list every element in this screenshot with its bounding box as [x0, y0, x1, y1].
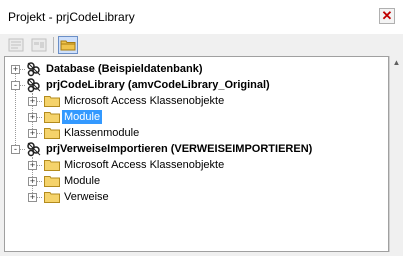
collapse-toggle[interactable]: -	[11, 145, 20, 154]
tree-node-database[interactable]: + Database (Beispieldatenbank)	[5, 61, 385, 77]
vba-project-icon	[27, 78, 41, 93]
folder-icon	[44, 96, 60, 107]
tree-node-label: Database (Beispieldatenbank)	[46, 63, 203, 75]
view-object-icon	[31, 38, 47, 52]
tree-node-label: Klassenmodule	[64, 127, 140, 139]
close-icon: ✕	[381, 8, 393, 23]
toggle-folders-button[interactable]	[58, 36, 78, 54]
vba-project-icon	[27, 142, 41, 157]
view-code-icon	[8, 38, 24, 52]
view-object-button[interactable]	[29, 36, 49, 54]
vba-project-icon	[27, 62, 41, 77]
folder-icon	[44, 160, 60, 171]
folder-icon	[44, 128, 60, 139]
expand-toggle[interactable]: +	[11, 65, 20, 74]
tree-node-access-klassenobjekte[interactable]: + Microsoft Access Klassenobjekte	[5, 157, 385, 173]
tree-node-label: Microsoft Access Klassenobjekte	[64, 95, 225, 107]
title-bar[interactable]: Projekt - prjCodeLibrary ✕	[0, 0, 403, 34]
toolbar	[0, 34, 403, 56]
vertical-scrollbar[interactable]: ▲	[389, 56, 403, 252]
tree-node-prjcodelibrary[interactable]: - prjCodeLibrary (amvCodeLibrary_Origina…	[5, 77, 385, 93]
tree-node-prjverweiseimportieren[interactable]: - prjVerweiseImportieren (VERWEISEIMPORT…	[5, 141, 385, 157]
tree-node-module[interactable]: + Module	[5, 109, 385, 125]
tree-node-label: Verweise	[64, 191, 109, 203]
tree-node-module[interactable]: + Module	[5, 173, 385, 189]
tree-node-label: Microsoft Access Klassenobjekte	[64, 159, 225, 171]
expand-toggle[interactable]: +	[28, 161, 37, 170]
tree-node-label: prjCodeLibrary (amvCodeLibrary_Original)	[46, 79, 270, 91]
folder-icon	[44, 192, 60, 203]
toolbar-separator	[53, 37, 54, 53]
close-button[interactable]: ✕	[379, 8, 395, 24]
expand-toggle[interactable]: +	[28, 97, 37, 106]
folder-icon	[44, 112, 60, 123]
expand-toggle[interactable]: +	[28, 129, 37, 138]
tree-node-klassenmodule[interactable]: + Klassenmodule	[5, 125, 385, 141]
window-title: Projekt - prjCodeLibrary	[8, 10, 135, 24]
project-tree[interactable]: + Database (Beispieldatenbank) - prjCode…	[4, 56, 389, 252]
tree-node-access-klassenobjekte[interactable]: + Microsoft Access Klassenobjekte	[5, 93, 385, 109]
folder-icon	[44, 176, 60, 187]
expand-toggle[interactable]: +	[28, 177, 37, 186]
collapse-toggle[interactable]: -	[11, 81, 20, 90]
expand-toggle[interactable]: +	[28, 193, 37, 202]
tree-node-label: Module	[64, 175, 101, 187]
tree-node-label: prjVerweiseImportieren (VERWEISEIMPORTIE…	[46, 143, 313, 155]
scroll-up-arrow-icon[interactable]: ▲	[390, 56, 403, 69]
tree-node-verweise[interactable]: + Verweise	[5, 189, 385, 205]
expand-toggle[interactable]: +	[28, 113, 37, 122]
view-code-button[interactable]	[6, 36, 26, 54]
toggle-folders-icon	[60, 40, 76, 51]
tree-node-label: Module	[62, 110, 103, 124]
project-explorer-window: Projekt - prjCodeLibrary ✕ + Database (B…	[0, 0, 403, 256]
